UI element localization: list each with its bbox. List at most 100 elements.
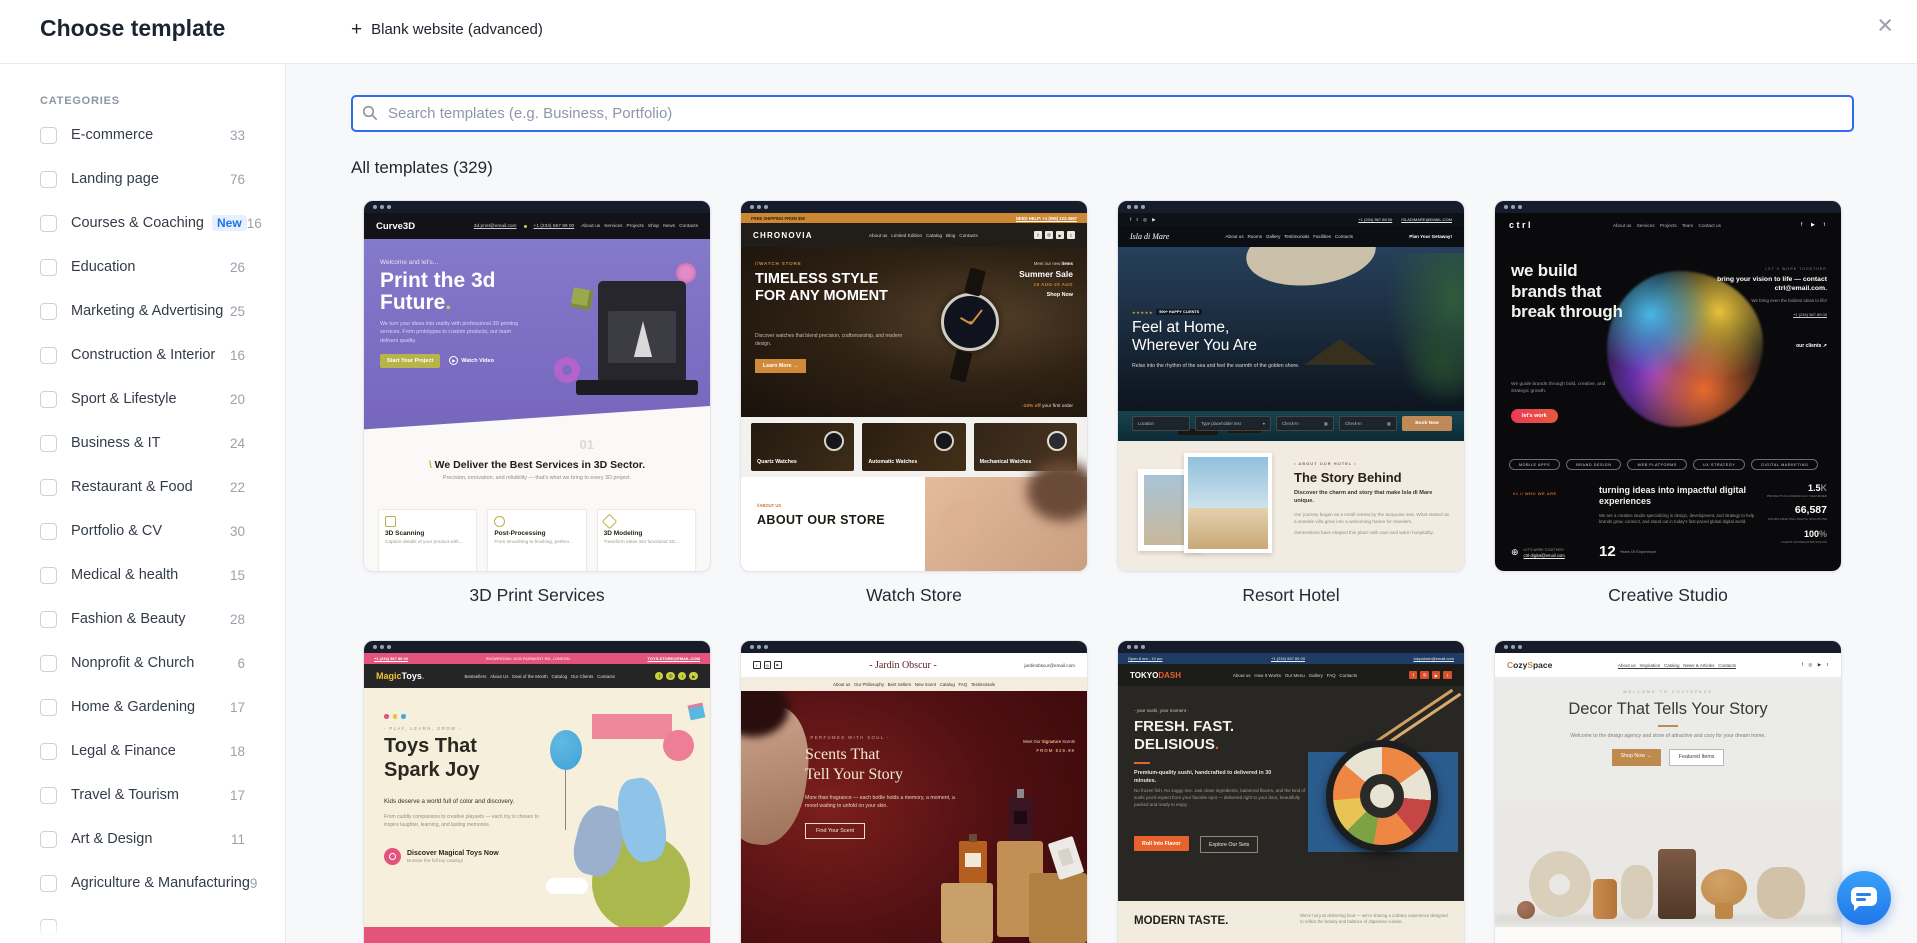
template-thumbnail: ctrl About us Services Projects Team Con… (1494, 200, 1842, 572)
checkbox[interactable] (40, 875, 57, 892)
browser-chrome-bar (1118, 201, 1464, 213)
mini-navbar: About us Our Philosophy Best Sellers New… (741, 677, 1087, 691)
sidebar-item-travel-tourism[interactable]: Travel & Tourism17 (0, 773, 285, 817)
chat-widget-button[interactable] (1837, 871, 1891, 925)
mini-logo: Curve3D (376, 221, 415, 232)
template-card-resort-hotel[interactable]: f t ◎ ▶ +1 (234) 567 89 00 ISLADIMARE@EM… (1117, 200, 1465, 606)
hero-lead: Kids deserve a world full of color and d… (384, 798, 538, 805)
browser-chrome-bar (1118, 641, 1464, 653)
bottom-text: We're not just delivering food — we're s… (1300, 913, 1450, 926)
checkbox[interactable] (40, 479, 57, 496)
sidebar-item-business-it[interactable]: Business & IT24 (0, 421, 285, 465)
blank-website-button[interactable]: + Blank website (advanced) (351, 20, 543, 39)
watch-video-label: Watch Video (461, 358, 494, 364)
sidebar-item-medical-health[interactable]: Medical & health15 (0, 553, 285, 597)
facebook-icon: f (1034, 231, 1042, 239)
about-title: ABOUT OUR STORE (757, 513, 885, 527)
checkbox[interactable] (40, 435, 57, 452)
sidebar-item-legal-finance[interactable]: Legal & Finance18 (0, 729, 285, 773)
sidebar-item-nonprofit-church[interactable]: Nonprofit & Church6 (0, 641, 285, 685)
template-name: Creative Studio (1494, 585, 1842, 606)
sidebar-item-courses-coaching[interactable]: Courses & CoachingNew16 (0, 201, 285, 245)
mini-cta-button: Start Your Project (380, 354, 440, 368)
template-card-watch-store[interactable]: FREE SHIPPING FROM $50 NEED HELP: +1 (55… (740, 200, 1088, 606)
template-card-3d-print-services[interactable]: Curve3D 3d.print@email.com +1 (234) 567 … (363, 200, 711, 606)
checkbox[interactable] (40, 347, 57, 364)
sidebar-item-fashion-beauty[interactable]: Fashion & Beauty28 (0, 597, 285, 641)
template-card-cozyspace[interactable]: CozySpace About us Inspiration Catalog N… (1494, 640, 1842, 943)
sidebar-item-ecommerce[interactable]: E-commerce33 (0, 113, 285, 157)
hero-title-1: Feel at Home, (1132, 319, 1257, 337)
sidebar-item-landing-page[interactable]: Landing page76 (0, 157, 285, 201)
checkbox[interactable] (40, 699, 57, 716)
hero-lead: Premium-quality sushi, handcrafted to de… (1134, 770, 1292, 786)
mini-hero: - PLAY, LEARN, GROW - Toys That Spark Jo… (364, 688, 710, 927)
hero-title: TIMELESS STYLE FOR ANY MOMENT (755, 271, 905, 305)
bottom-title: MODERN TASTE. (1134, 915, 1228, 927)
youtube-icon: ▶ (1432, 671, 1441, 680)
hero-text: We turn your ideas into reality with pro… (380, 320, 530, 345)
checkbox[interactable] (40, 611, 57, 628)
mini-navbar: Isla di Mare About us Rooms Gallery Test… (1118, 226, 1464, 247)
sidebar-item-marketing-advertising[interactable]: Marketing & Advertising25 (0, 289, 285, 333)
template-card-tokyodash[interactable]: Open 8 am - 10 pm +1 (234) 567 89 00 tok… (1117, 640, 1465, 943)
hero-title: Print the 3d Future (380, 269, 496, 314)
checkbox[interactable] (40, 391, 57, 408)
template-card-jardin-obscur[interactable]: f ◎ ▶ - Jardin Obscur - jardinobscur@ema… (740, 640, 1088, 943)
template-card-magictoys[interactable]: +1 (234) 567 89 00 SHOWROOM: 1234 FAIRMO… (363, 640, 711, 943)
template-name: Watch Store (740, 585, 1088, 606)
checkbox[interactable] (40, 787, 57, 804)
mini-logo: Isla di Mare (1130, 232, 1169, 241)
checkbox[interactable] (40, 831, 57, 848)
page-title: Choose template (40, 15, 225, 42)
who-text: We are a creative studio specializing in… (1599, 513, 1759, 526)
section-subtitle: Precision, innovation, and reliability —… (364, 475, 710, 481)
categories-sidebar: CATEGORIES E-commerce33 Landing page76 C… (0, 64, 286, 943)
template-card-creative-studio[interactable]: ctrl About us Services Projects Team Con… (1494, 200, 1842, 606)
vases-illustration (1495, 801, 1841, 927)
mini-booking-bar: Location Type placeholder text▾ Check-In… (1132, 416, 1452, 431)
hero-text: More than fragrance — each bottle holds … (805, 795, 955, 811)
sidebar-item-home-gardening[interactable]: Home & Gardening17 (0, 685, 285, 729)
hero-text: We guide brands through bold, creative, … (1511, 381, 1617, 396)
checkbox[interactable] (40, 259, 57, 276)
sidebar-item-art-design[interactable]: Art & Design11 (0, 817, 285, 861)
sidebar-item-sport-lifestyle[interactable]: Sport & Lifestyle20 (0, 377, 285, 421)
hero-text: Welcome to the design agency and store o… (1548, 733, 1788, 739)
search-input[interactable] (351, 95, 1854, 132)
template-thumbnail: CozySpace About us Inspiration Catalog N… (1494, 640, 1842, 943)
hero-text: Discover watches that blend precision, c… (755, 333, 905, 348)
checkbox[interactable] (40, 743, 57, 760)
who-kicker: 01 // WHO WE ARE (1513, 491, 1557, 496)
checkbox[interactable] (40, 523, 57, 540)
browser-chrome-bar (741, 201, 1087, 213)
checkbox[interactable] (40, 215, 57, 232)
sidebar-item-restaurant-food[interactable]: Restaurant & Food22 (0, 465, 285, 509)
feature-icon (494, 516, 505, 527)
checkbox[interactable] (40, 303, 57, 320)
hero-text: Relax into the rhythm of the sea and fee… (1132, 363, 1300, 369)
checkbox[interactable] (40, 567, 57, 584)
hero-text: No frozen fish. No soggy rice. Just clea… (1134, 788, 1306, 808)
sidebar-item-portfolio-cv[interactable]: Portfolio & CV30 (0, 509, 285, 553)
mini-feature-tiles: 3D Scanning Capture details of your prod… (364, 509, 710, 572)
template-thumbnail: f ◎ ▶ - Jardin Obscur - jardinobscur@ema… (740, 640, 1088, 943)
dialog-header: Choose template + Blank website (advance… (0, 0, 1917, 64)
sidebar-bottom-fade (0, 919, 284, 943)
template-thumbnail: FREE SHIPPING FROM $50 NEED HELP: +1 (55… (740, 200, 1088, 572)
checkbox[interactable] (40, 127, 57, 144)
dot-icon (393, 714, 398, 719)
sidebar-item-construction-interior[interactable]: Construction & Interior16 (0, 333, 285, 377)
toy-icon (384, 848, 401, 865)
sidebar-item-agriculture-manufacturing[interactable]: Agriculture & Manufacturing9 (0, 861, 285, 905)
mini-category-tiles: Quartz Watches Automatic Watches Mechani… (741, 417, 1087, 477)
sidebar-item-education[interactable]: Education26 (0, 245, 285, 289)
chevron-down-icon: ▾ (1263, 421, 1265, 426)
mini-about-section: //ABOUT US ABOUT OUR STORE (741, 477, 1087, 572)
checkbox[interactable] (40, 171, 57, 188)
checkbox[interactable] (40, 655, 57, 672)
browser-chrome-bar (364, 641, 710, 653)
close-icon[interactable]: × (1877, 12, 1893, 39)
twitter-icon: t (1067, 231, 1075, 239)
mini-logo: - Jardin Obscur - (869, 660, 936, 671)
